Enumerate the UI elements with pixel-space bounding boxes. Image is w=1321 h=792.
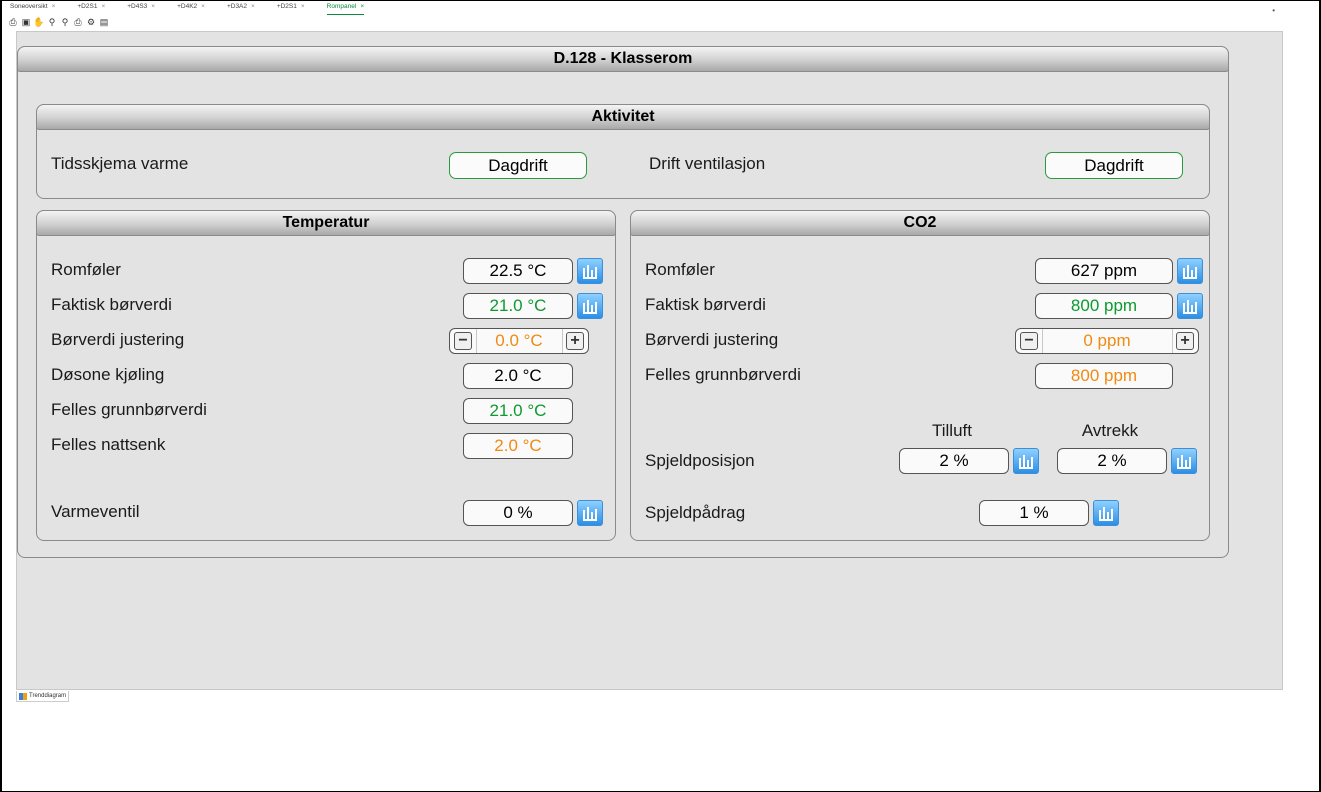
tab-label: Soneoversikt bbox=[10, 3, 48, 10]
close-icon[interactable]: × bbox=[52, 3, 56, 10]
co2-panel: CO2 Romføler 627 ppm Faktisk børverdi 80… bbox=[630, 210, 1210, 541]
tab-d3a2[interactable]: +D3A2 × bbox=[227, 3, 255, 15]
tab-soneoversikt[interactable]: Soneoversikt × bbox=[10, 3, 55, 15]
night-setback-value: 2.0 °C bbox=[463, 433, 573, 459]
tab-label: +D2S1 bbox=[77, 3, 98, 10]
chart-icon bbox=[19, 692, 27, 700]
minus-button[interactable]: − bbox=[1020, 332, 1038, 350]
close-icon[interactable]: × bbox=[360, 3, 364, 10]
pan-icon[interactable]: ✋ bbox=[33, 16, 45, 28]
heat-schedule-button[interactable]: Dagdrift bbox=[449, 152, 587, 179]
bottom-tab-label: Trenddiagram bbox=[29, 693, 67, 699]
trend-chart-icon[interactable] bbox=[1013, 448, 1039, 474]
night-setback-label: Felles nattsenk bbox=[51, 435, 166, 454]
tab-rompanel[interactable]: Rompanel × bbox=[326, 3, 365, 15]
temp-setpoint-adjust-value[interactable]: 0.0 °C bbox=[477, 329, 561, 353]
application-window: Soneoversikt × +D2S1 × +D4S3 × +D4K2 × +D3A2… bbox=[0, 0, 1321, 792]
trend-chart-icon[interactable] bbox=[577, 258, 603, 284]
co2-common-base-value: 800 ppm bbox=[1035, 363, 1173, 389]
tab-d2s1-second[interactable]: +D2S1 × bbox=[277, 3, 305, 15]
zoom-out-icon[interactable]: ⚲ bbox=[59, 16, 71, 28]
plus-button[interactable]: + bbox=[1176, 332, 1194, 350]
exhaust-header: Avtrekk bbox=[1081, 421, 1139, 440]
co2-actual-setpoint-label: Faktisk børverdi bbox=[645, 295, 766, 314]
close-icon[interactable]: × bbox=[101, 3, 105, 10]
damper-supply-value: 2 % bbox=[899, 448, 1009, 474]
trend-chart-icon[interactable] bbox=[577, 500, 603, 526]
trend-chart-icon[interactable] bbox=[1177, 258, 1203, 284]
damper-output-label: Spjeldpådrag bbox=[645, 503, 746, 522]
room-panel: D.128 - Klasserom Aktivitet Tidsskjema v… bbox=[17, 46, 1229, 558]
co2-setpoint-adjust-value[interactable]: 0 ppm bbox=[1043, 329, 1171, 353]
settings-icon[interactable]: ⚙ bbox=[85, 16, 97, 28]
co2-common-base-label: Felles grunnbørverdi bbox=[645, 365, 801, 384]
divider bbox=[1172, 329, 1173, 353]
aktivitet-title: Aktivitet bbox=[36, 104, 1210, 130]
print-preview-icon[interactable]: ⎙ bbox=[72, 16, 84, 28]
co2-setpoint-stepper: − 0 ppm + bbox=[1015, 328, 1199, 354]
document-icon[interactable]: ▤ bbox=[98, 16, 110, 28]
trend-chart-icon[interactable] bbox=[1177, 293, 1203, 319]
tab-strip: Soneoversikt × +D2S1 × +D4S3 × +D4K2 × +D3A2… bbox=[10, 3, 386, 15]
temperatur-panel: Temperatur Romføler 22.5 °C Faktisk børv… bbox=[36, 210, 616, 541]
toolbar: ⎙ ▣ ✋ ⚲ ⚲ ⎙ ⚙ ▤ bbox=[7, 16, 110, 28]
temp-setpoint-stepper: − 0.0 °C + bbox=[449, 328, 589, 354]
temperatur-title: Temperatur bbox=[36, 210, 616, 236]
supply-header: Tilluft bbox=[932, 421, 972, 440]
tab-d4k2[interactable]: +D4K2 × bbox=[177, 3, 205, 15]
tab-label: +D4S3 bbox=[127, 3, 148, 10]
temp-setpoint-adjust-label: Børverdi justering bbox=[51, 330, 185, 349]
divider bbox=[562, 329, 563, 353]
co2-actual-setpoint-value: 800 ppm bbox=[1035, 293, 1173, 319]
deadband-value: 2.0 °C bbox=[463, 363, 573, 389]
close-icon[interactable]: × bbox=[151, 3, 155, 10]
temp-actual-setpoint-value: 21.0 °C bbox=[463, 293, 573, 319]
window-menu-dot[interactable]: • bbox=[1272, 6, 1275, 15]
close-icon[interactable]: × bbox=[201, 3, 205, 10]
save-icon[interactable]: ▣ bbox=[20, 16, 32, 28]
vent-mode-button[interactable]: Dagdrift bbox=[1045, 152, 1183, 179]
minus-button[interactable]: − bbox=[454, 332, 472, 350]
temp-room-sensor-label: Romføler bbox=[51, 260, 121, 279]
temp-actual-setpoint-label: Faktisk børverdi bbox=[51, 295, 172, 314]
print-icon[interactable]: ⎙ bbox=[7, 16, 19, 28]
co2-room-sensor-value: 627 ppm bbox=[1035, 258, 1173, 284]
aktivitet-panel: Aktivitet Tidsskjema varme Dagdrift Drif… bbox=[36, 104, 1210, 199]
vent-mode-label: Drift ventilasjon bbox=[649, 154, 766, 173]
close-icon[interactable]: × bbox=[251, 3, 255, 10]
temp-room-sensor-value: 22.5 °C bbox=[463, 258, 573, 284]
close-icon[interactable]: × bbox=[301, 3, 305, 10]
tab-label: +D2S1 bbox=[276, 3, 297, 10]
temp-common-base-value: 21.0 °C bbox=[463, 398, 573, 424]
damper-position-label: Spjeldposisjon bbox=[645, 451, 755, 470]
deadband-label: Døsone kjøling bbox=[51, 365, 165, 384]
plus-button[interactable]: + bbox=[566, 332, 584, 350]
tab-d4s3[interactable]: +D4S3 × bbox=[127, 3, 155, 15]
zoom-in-icon[interactable]: ⚲ bbox=[46, 16, 58, 28]
tab-d2s1[interactable]: +D2S1 × bbox=[77, 3, 105, 15]
temp-common-base-label: Felles grunnbørverdi bbox=[51, 400, 207, 419]
co2-title: CO2 bbox=[630, 210, 1210, 236]
room-panel-canvas: D.128 - Klasserom Aktivitet Tidsskjema v… bbox=[16, 31, 1283, 690]
co2-setpoint-adjust-label: Børverdi justering bbox=[645, 330, 779, 349]
co2-room-sensor-label: Romføler bbox=[645, 260, 715, 279]
heat-schedule-label: Tidsskjema varme bbox=[51, 154, 189, 173]
heating-valve-label: Varmeventil bbox=[51, 502, 140, 521]
tab-label: Rompanel bbox=[326, 3, 357, 10]
damper-exhaust-value: 2 % bbox=[1057, 448, 1167, 474]
trend-chart-icon[interactable] bbox=[577, 293, 603, 319]
tab-label: +D4K2 bbox=[177, 3, 198, 10]
tab-label: +D3A2 bbox=[226, 3, 248, 10]
heating-valve-value: 0 % bbox=[463, 500, 573, 526]
damper-output-value: 1 % bbox=[979, 500, 1089, 526]
trend-chart-icon[interactable] bbox=[1171, 448, 1197, 474]
trend-chart-icon[interactable] bbox=[1093, 500, 1119, 526]
tab-trenddiagram[interactable]: Trenddiagram bbox=[16, 691, 70, 702]
room-title: D.128 - Klasserom bbox=[17, 46, 1229, 72]
